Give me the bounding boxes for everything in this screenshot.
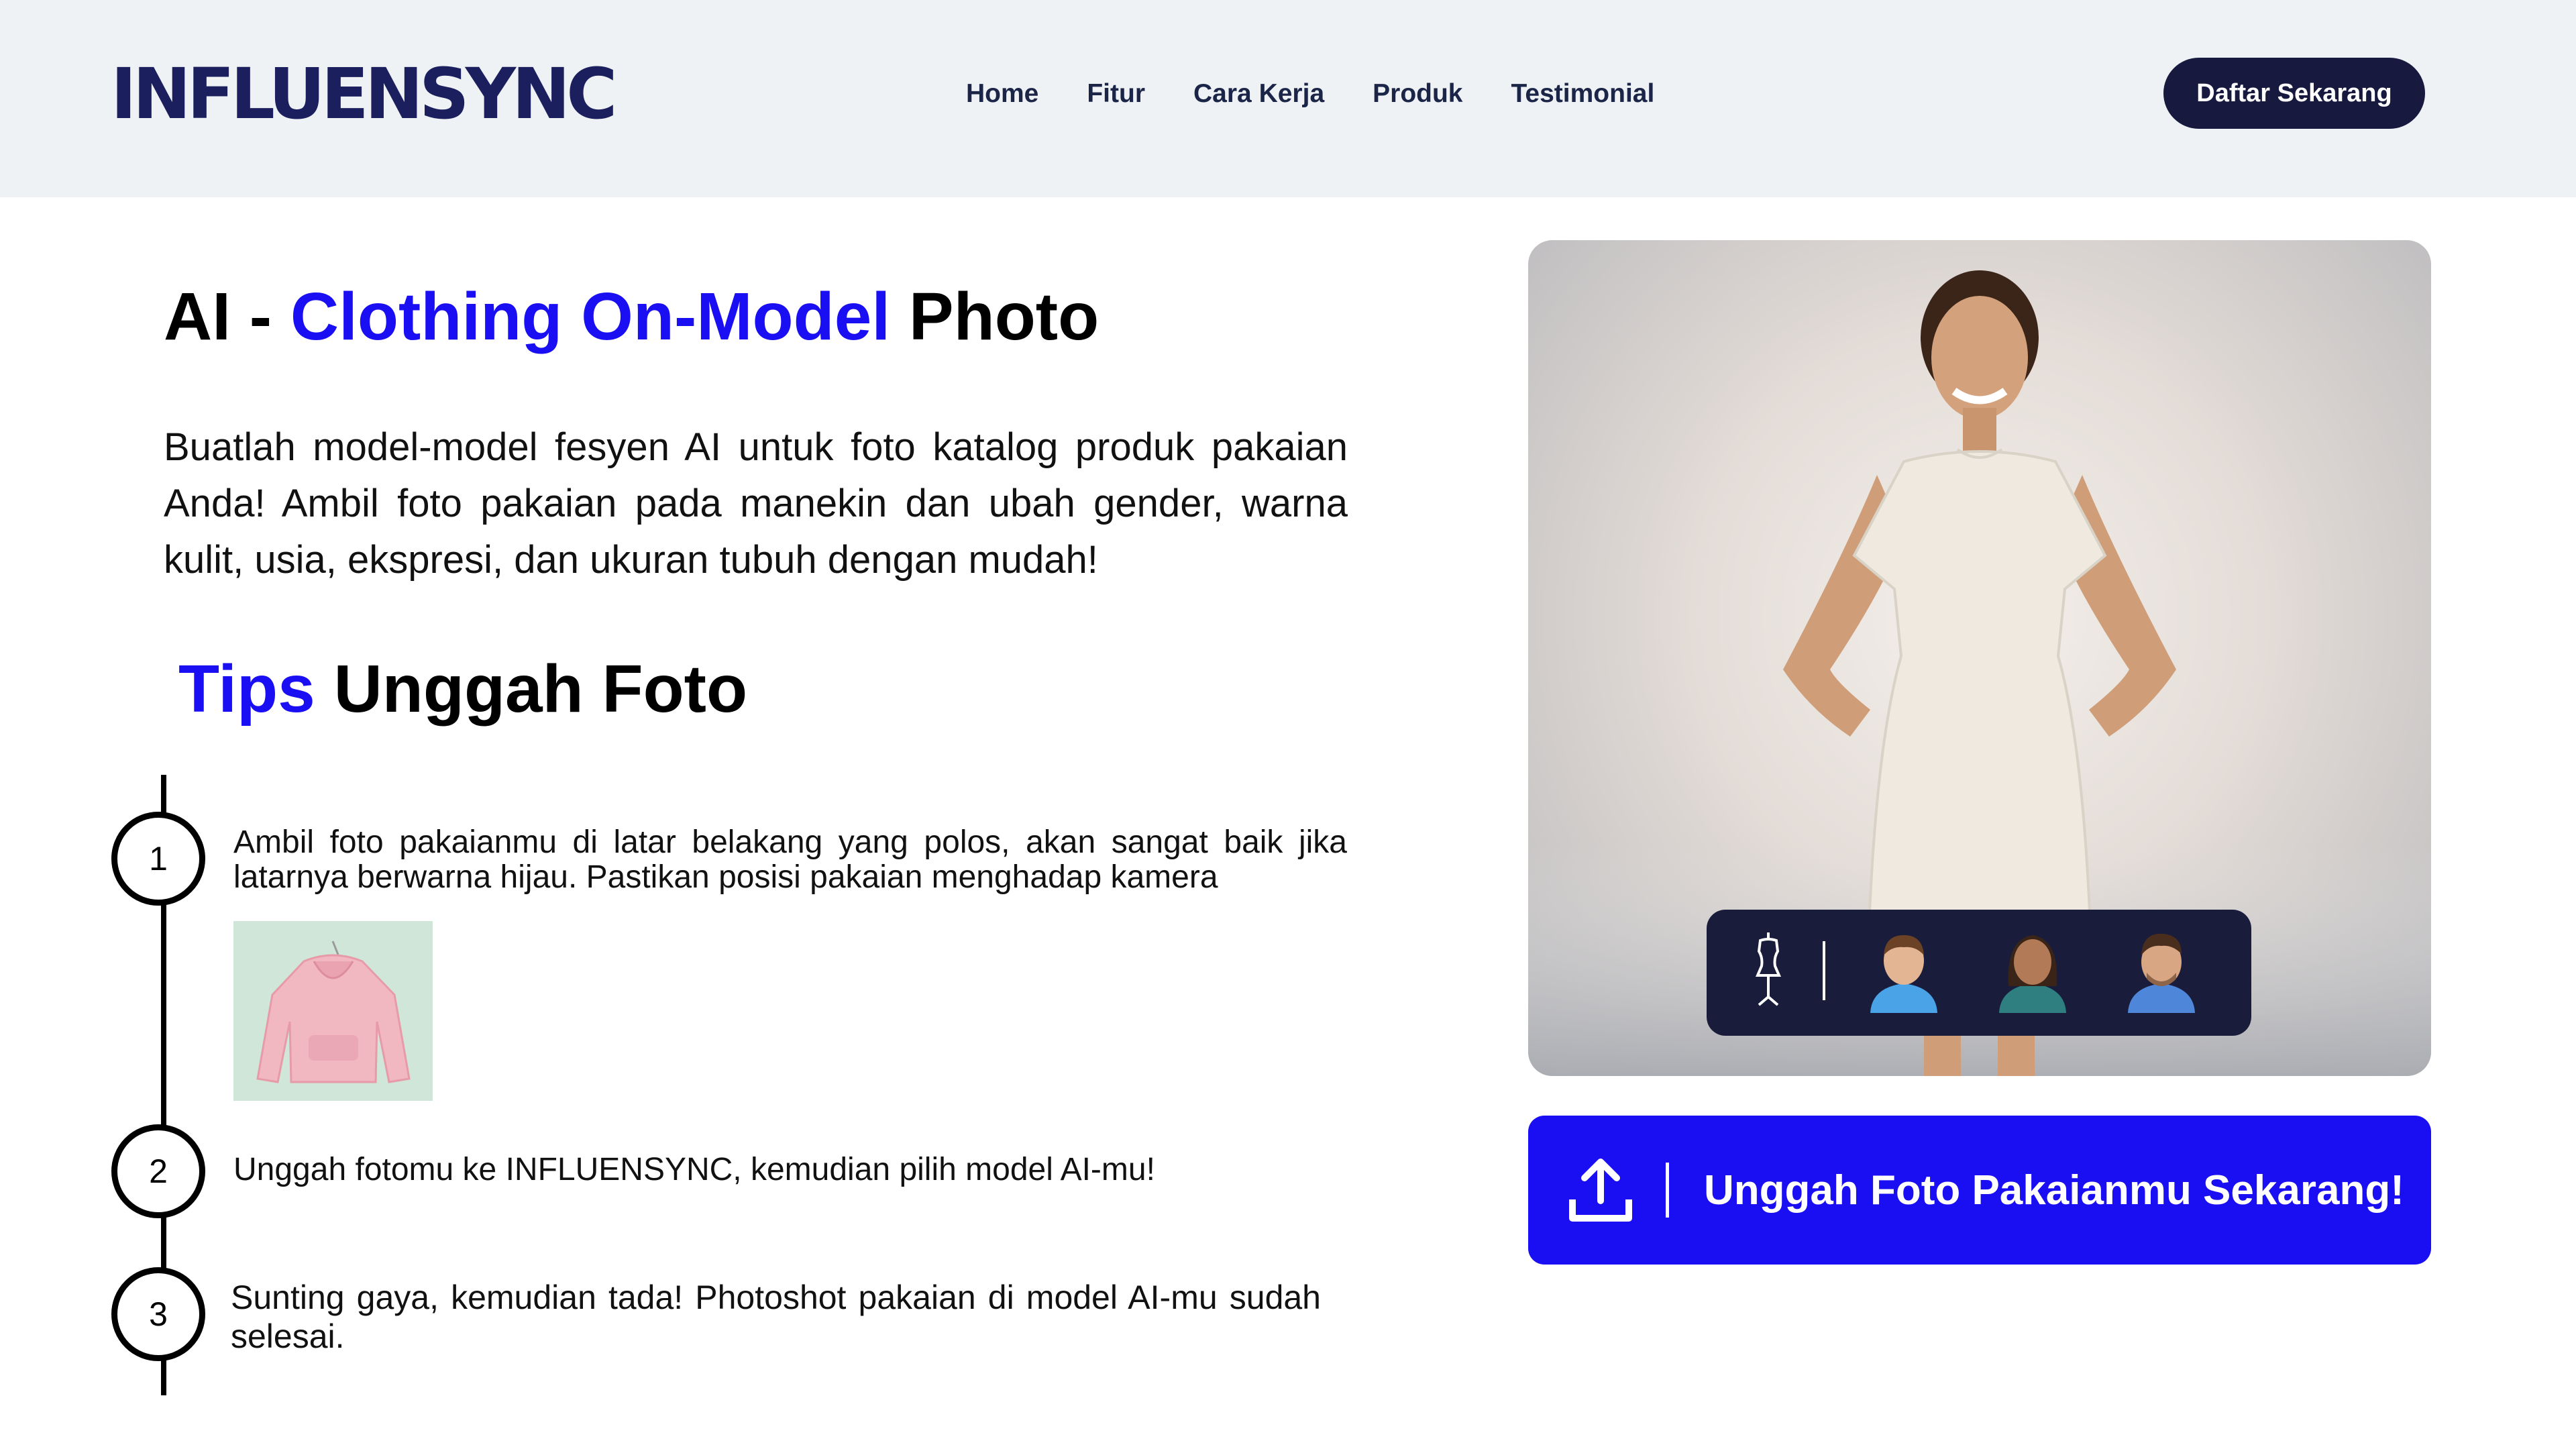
step-3-badge: 3 [111,1267,205,1361]
title-prefix: AI - [164,279,290,354]
intro-paragraph: Buatlah model-model fesyen AI untuk foto… [164,425,1348,582]
boy-avatar-icon[interactable] [1865,926,1943,1013]
step-3-text: Sunting gaya, kemudian tada! Photoshot p… [231,1279,1321,1355]
influensync-logo[interactable]: INFLUENSYNC [111,53,617,135]
upload-icon [1567,1157,1634,1224]
man-avatar-icon[interactable] [2123,926,2200,1013]
step-2-badge: 2 [111,1124,205,1218]
register-button[interactable]: Daftar Sekarang [2163,58,2425,129]
step-1-text: Ambil foto pakaianmu di latar belakang y… [233,824,1347,895]
nav-produk[interactable]: Produk [1373,79,1462,109]
upload-divider [1666,1163,1669,1218]
tips-heading: Tips Unggah Foto [178,651,747,728]
upload-button-label: Unggah Foto Pakaianmu Sekarang! [1704,1167,2404,1214]
title-suffix: Photo [890,279,1099,354]
main-nav: Home Fitur Cara Kerja Produk Testimonial [966,79,1654,109]
nav-cara-kerja[interactable]: Cara Kerja [1193,79,1324,109]
nav-home[interactable]: Home [966,79,1038,109]
tips-heading-highlight: Tips [178,651,315,727]
mannequin-icon[interactable] [1751,931,1786,1010]
nav-testimonial[interactable]: Testimonial [1511,79,1655,109]
logo-text: INFLUENSYNC [111,53,617,135]
selector-divider [1823,941,1825,1000]
step-2-text: Unggah fotomu ke INFLUENSYNC, kemudian p… [233,1152,1155,1187]
woman-avatar-icon[interactable] [1994,926,2072,1013]
tips-heading-rest: Unggah Foto [333,651,748,727]
hoodie-example-image [233,921,433,1101]
page-title: AI - Clothing On-Model Photo [164,278,1099,356]
step-1-badge: 1 [111,812,205,906]
title-highlight: Clothing On-Model [290,279,891,354]
nav-fitur[interactable]: Fitur [1087,79,1145,109]
hoodie-illustration [233,921,433,1101]
